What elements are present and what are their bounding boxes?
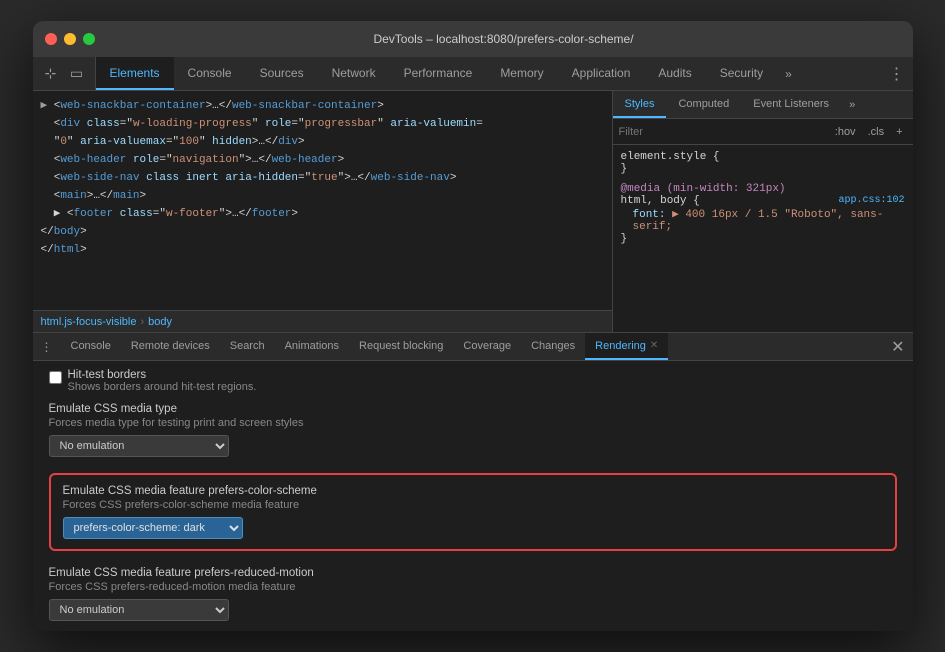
- more-options-btn[interactable]: ⋮: [881, 57, 913, 90]
- breadcrumb-item-body[interactable]: body: [148, 316, 172, 328]
- dom-line: <main>…</main>: [33, 187, 612, 205]
- prop-name: font:: [633, 209, 673, 221]
- device-icon[interactable]: ▭: [67, 64, 87, 84]
- styles-filter-bar: :hov .cls +: [613, 119, 913, 145]
- tab-sources[interactable]: Sources: [246, 57, 318, 90]
- tab-network[interactable]: Network: [318, 57, 390, 90]
- tab-console[interactable]: Console: [174, 57, 246, 90]
- styles-filter-input[interactable]: [619, 126, 827, 138]
- tab-performance[interactable]: Performance: [390, 57, 487, 90]
- dom-line: <div class="w-loading-progress" role="pr…: [33, 115, 612, 133]
- styles-tab-event-listeners[interactable]: Event Listeners: [741, 91, 841, 118]
- bottom-tab-icon[interactable]: ⋮: [33, 333, 61, 360]
- styles-tab-styles[interactable]: Styles: [613, 91, 667, 118]
- emulate-color-scheme-label: Emulate CSS media feature prefers-color-…: [63, 485, 883, 497]
- tab-audits[interactable]: Audits: [644, 57, 705, 90]
- bottom-tab-changes[interactable]: Changes: [521, 333, 585, 360]
- bottom-tab-remote-devices[interactable]: Remote devices: [121, 333, 220, 360]
- styles-panel: Styles Computed Event Listeners » :hov .…: [613, 91, 913, 332]
- emulate-reduced-motion-sublabel: Forces CSS prefers-reduced-motion media …: [49, 581, 897, 593]
- emulate-css-type-section: Emulate CSS media type Forces media type…: [49, 403, 897, 457]
- styles-tab-computed[interactable]: Computed: [666, 91, 741, 118]
- bottom-panel: ⋮ Console Remote devices Search Animatio…: [33, 332, 913, 631]
- minimize-button[interactable]: [64, 33, 76, 45]
- toolbar-icons: ⊹ ▭: [33, 57, 96, 90]
- title-bar: DevTools – localhost:8080/prefers-color-…: [33, 21, 913, 57]
- dom-line: <web-header role="navigation">…</web-hea…: [33, 151, 612, 169]
- styles-tabs: Styles Computed Event Listeners »: [613, 91, 913, 119]
- hit-test-labels: Hit-test borders Shows borders around hi…: [68, 369, 257, 393]
- dom-line: </html>: [33, 241, 612, 259]
- tab-elements[interactable]: Elements: [96, 57, 174, 90]
- bottom-tab-rendering[interactable]: Rendering ✕: [585, 333, 668, 360]
- emulate-css-type-sublabel: Forces media type for testing print and …: [49, 417, 897, 429]
- emulate-reduced-motion-section: Emulate CSS media feature prefers-reduce…: [49, 567, 897, 621]
- maximize-button[interactable]: [83, 33, 95, 45]
- rendering-tab-close[interactable]: ✕: [650, 340, 658, 351]
- emulate-reduced-motion-select[interactable]: No emulation prefers-reduced-motion: red…: [49, 599, 229, 621]
- bottom-tab-coverage[interactable]: Coverage: [453, 333, 521, 360]
- styles-tab-overflow[interactable]: »: [841, 91, 863, 118]
- top-tab-bar: ⊹ ▭ Elements Console Sources Network Per…: [33, 57, 913, 91]
- breadcrumb-item-html[interactable]: html.js-focus-visible: [41, 316, 137, 328]
- dom-line: "0" aria-valuemax="100" hidden>…</div>: [33, 133, 612, 151]
- tab-application[interactable]: Application: [558, 57, 645, 90]
- cls-filter-btn[interactable]: .cls: [864, 125, 889, 139]
- dom-line: ▶ <web-snackbar-container>…</web-snackba…: [33, 97, 612, 115]
- emulate-reduced-motion-label: Emulate CSS media feature prefers-reduce…: [49, 567, 897, 579]
- bottom-tab-request-blocking[interactable]: Request blocking: [349, 333, 453, 360]
- dom-panel: ▶ <web-snackbar-container>…</web-snackba…: [33, 91, 613, 332]
- dom-tree[interactable]: ▶ <web-snackbar-container>…</web-snackba…: [33, 91, 612, 310]
- hit-test-checkbox-wrap: Hit-test borders Shows borders around hi…: [49, 369, 257, 393]
- bottom-tab-bar: ⋮ Console Remote devices Search Animatio…: [33, 333, 913, 361]
- css-source-link[interactable]: app.css:102: [838, 195, 904, 207]
- close-button[interactable]: [45, 33, 57, 45]
- devtools-window: DevTools – localhost:8080/prefers-color-…: [33, 21, 913, 631]
- emulate-color-scheme-select[interactable]: No emulation prefers-color-scheme: light…: [63, 517, 243, 539]
- styles-content: element.style { } @media (min-width: 321…: [613, 145, 913, 332]
- hit-test-subtitle: Shows borders around hit-test regions.: [68, 381, 257, 393]
- inspect-icon[interactable]: ⊹: [41, 64, 61, 84]
- emulate-color-scheme-section: Emulate CSS media feature prefers-color-…: [49, 473, 897, 551]
- window-title: DevTools – localhost:8080/prefers-color-…: [107, 32, 901, 46]
- css-close2: }: [621, 233, 905, 245]
- css-selector-html-body: html, body {: [621, 195, 700, 207]
- css-media-query: @media (min-width: 321px): [621, 183, 905, 195]
- bottom-tab-animations[interactable]: Animations: [275, 333, 349, 360]
- hit-test-section: Hit-test borders Shows borders around hi…: [49, 369, 897, 393]
- traffic-lights: [45, 33, 95, 45]
- hit-test-checkbox[interactable]: [49, 371, 62, 384]
- emulate-color-scheme-sublabel: Forces CSS prefers-color-scheme media fe…: [63, 499, 883, 511]
- tab-security[interactable]: Security: [706, 57, 777, 90]
- tab-memory[interactable]: Memory: [486, 57, 557, 90]
- css-selector: element.style {: [621, 151, 905, 163]
- dom-line: <web-side-nav class inert aria-hidden="t…: [33, 169, 612, 187]
- bottom-tab-console[interactable]: Console: [61, 333, 121, 360]
- main-split: ▶ <web-snackbar-container>…</web-snackba…: [33, 91, 913, 332]
- emulate-css-type-select[interactable]: No emulation print screen: [49, 435, 229, 457]
- devtools-body: ⊹ ▭ Elements Console Sources Network Per…: [33, 57, 913, 631]
- rendering-content: Hit-test borders Shows borders around hi…: [33, 361, 913, 631]
- tab-overflow-btn[interactable]: »: [777, 57, 800, 90]
- dom-line: </body>: [33, 223, 612, 241]
- bottom-panel-close-btn[interactable]: ✕: [883, 333, 912, 360]
- css-block-element: element.style { }: [621, 151, 905, 175]
- dom-breadcrumb: html.js-focus-visible › body: [33, 310, 612, 332]
- add-style-btn[interactable]: +: [892, 125, 906, 139]
- css-block-media: @media (min-width: 321px) html, body { a…: [621, 183, 905, 245]
- hov-filter-btn[interactable]: :hov: [831, 125, 860, 139]
- emulate-css-type-label: Emulate CSS media type: [49, 403, 897, 415]
- hit-test-title: Hit-test borders: [68, 369, 257, 381]
- dom-line: ▶ <footer class="w-footer">…</footer>: [33, 205, 612, 223]
- bottom-tab-search[interactable]: Search: [220, 333, 275, 360]
- css-close: }: [621, 163, 905, 175]
- css-property-font: font: ▶ 400 16px / 1.5 "Roboto", sans-se…: [621, 207, 905, 233]
